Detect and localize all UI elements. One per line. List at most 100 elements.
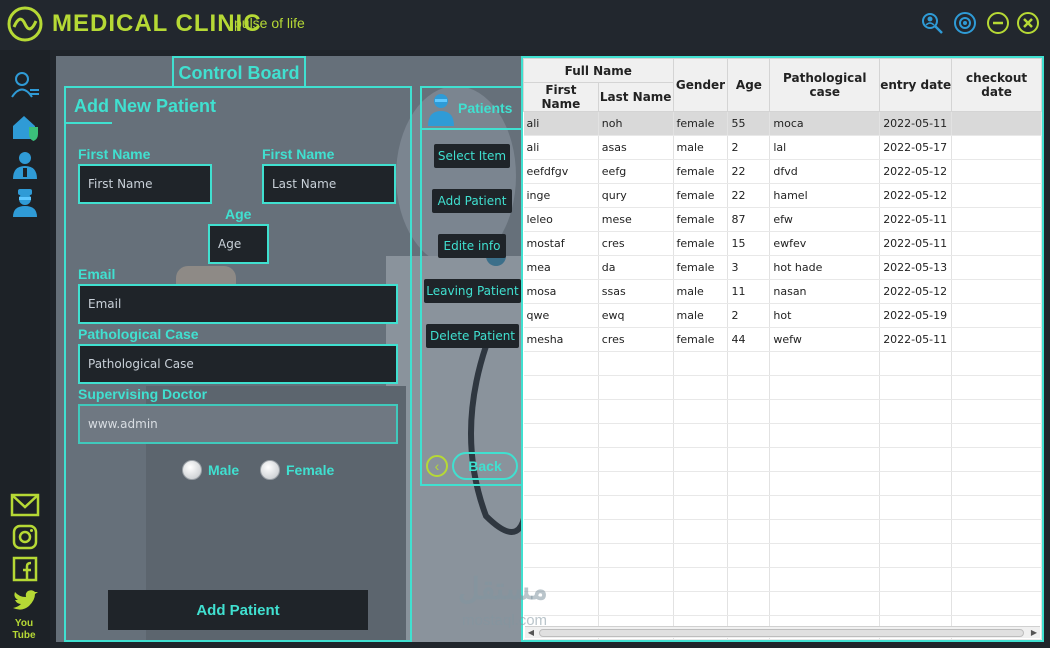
table-cell: [879, 471, 953, 496]
column-header-checkout-date[interactable]: checkout date: [951, 58, 1042, 112]
minimize-icon[interactable]: [986, 11, 1010, 35]
gender-female-radio[interactable]: Female: [260, 460, 334, 480]
scrollbar-thumb[interactable]: [539, 629, 1024, 637]
table-cell: [951, 255, 1042, 280]
twitter-icon[interactable]: [10, 586, 40, 616]
table-cell: [951, 351, 1042, 376]
table-cell: [951, 567, 1042, 592]
delete-patient-button[interactable]: Delete Patient: [426, 324, 519, 348]
table-row[interactable]: leleo mese female 87 efw 2022-05-11: [523, 207, 1042, 232]
patient-icon: [428, 94, 454, 126]
table-cell: ali: [523, 111, 599, 136]
table-row-empty[interactable]: [523, 399, 1042, 424]
gender-male-label: Male: [208, 462, 240, 478]
table-cell: male: [673, 279, 729, 304]
table-cell: female: [673, 207, 729, 232]
table-cell: female: [673, 183, 729, 208]
table-row-empty[interactable]: [523, 519, 1042, 544]
last-name-input[interactable]: Last Name: [262, 164, 396, 204]
table-cell: 15: [727, 231, 771, 256]
table-cell: [769, 567, 881, 592]
table-cell: [727, 495, 771, 520]
table-cell: 22: [727, 159, 771, 184]
doctor-icon[interactable]: [10, 150, 40, 180]
mail-icon[interactable]: [10, 490, 40, 520]
table-cell: [769, 471, 881, 496]
table-row[interactable]: inge qury female 22 hamel 2022-05-12: [523, 183, 1042, 208]
table-cell: asas: [598, 135, 674, 160]
column-header-first-name[interactable]: First Name: [523, 82, 599, 112]
edit-info-button[interactable]: Edite info: [438, 234, 506, 258]
column-header-last-name[interactable]: Last Name: [597, 82, 674, 112]
table-cell: eefg: [598, 159, 674, 184]
home-shield-icon[interactable]: [10, 112, 40, 142]
table-row[interactable]: ali asas male 2 lal 2022-05-17: [523, 135, 1042, 160]
table-cell: mea: [523, 255, 599, 280]
table-cell: [879, 423, 953, 448]
table-row-empty[interactable]: [523, 423, 1042, 448]
close-icon[interactable]: [1016, 11, 1040, 35]
gender-male-radio[interactable]: Male: [182, 460, 239, 480]
column-header-pathological-case[interactable]: Pathological case: [769, 58, 881, 112]
table-cell: [769, 447, 881, 472]
facebook-icon[interactable]: [10, 554, 40, 584]
youtube-icon[interactable]: You Tube: [12, 618, 36, 644]
table-cell: 2022-05-11: [879, 231, 953, 256]
radio-button-icon[interactable]: [182, 460, 202, 480]
add-patient-form: Add New Patient First Name First Name Fi…: [64, 86, 412, 642]
table-cell: lal: [769, 135, 881, 160]
table-row-empty[interactable]: [523, 543, 1042, 568]
pathological-case-input[interactable]: Pathological Case: [78, 344, 398, 384]
table-row-empty[interactable]: [523, 375, 1042, 400]
column-header-entry-date[interactable]: entry date: [879, 58, 953, 112]
search-user-icon[interactable]: [920, 11, 944, 35]
table-cell: [523, 375, 599, 400]
instagram-icon[interactable]: [10, 522, 40, 552]
horizontal-scrollbar[interactable]: ◀ ▶: [525, 626, 1040, 638]
column-header-gender[interactable]: Gender: [672, 58, 729, 112]
back-control[interactable]: ‹ Back: [426, 452, 518, 480]
leaving-patient-button[interactable]: Leaving Patient: [424, 279, 521, 303]
table-row[interactable]: mostaf cres female 15 ewfev 2022-05-11: [523, 231, 1042, 256]
table-row-empty[interactable]: [523, 471, 1042, 496]
table-row-empty[interactable]: [523, 447, 1042, 472]
add-patient-button[interactable]: Add Patient: [432, 189, 512, 213]
table-row[interactable]: eefdfgv eefg female 22 dfvd 2022-05-12: [523, 159, 1042, 184]
table-cell: [879, 351, 953, 376]
back-button[interactable]: Back: [452, 452, 518, 480]
table-row[interactable]: mesha cres female 44 wefw 2022-05-11: [523, 327, 1042, 352]
table-cell: [598, 567, 674, 592]
table-cell: qwe: [523, 303, 599, 328]
scroll-right-icon[interactable]: ▶: [1028, 627, 1040, 639]
app-title: MEDICAL CLINIC: [52, 10, 262, 37]
supervising-doctor-label: Supervising Doctor: [78, 386, 208, 402]
table-cell: female: [673, 159, 729, 184]
nurse-icon[interactable]: [10, 188, 40, 218]
table-row[interactable]: ali noh female 55 moca 2022-05-11: [523, 111, 1042, 136]
email-input[interactable]: Email: [78, 284, 398, 324]
table-cell: [879, 399, 953, 424]
select-item-button[interactable]: Select Item: [434, 144, 510, 168]
table-row-empty[interactable]: [523, 351, 1042, 376]
table-row-empty[interactable]: [523, 591, 1042, 616]
add-patient-submit-button[interactable]: Add Patient: [108, 590, 368, 630]
table-cell: [673, 495, 729, 520]
age-input[interactable]: Age: [208, 224, 269, 264]
table-cell: [598, 471, 674, 496]
table-row[interactable]: qwe ewq male 2 hot 2022-05-19: [523, 303, 1042, 328]
chevron-left-icon[interactable]: ‹: [426, 455, 448, 477]
first-name-input[interactable]: First Name: [78, 164, 212, 204]
user-list-icon[interactable]: [10, 70, 40, 100]
table-cell: [727, 591, 771, 616]
column-header-age[interactable]: Age: [727, 58, 771, 112]
table-cell: [879, 495, 953, 520]
settings-icon[interactable]: [953, 11, 977, 35]
table-row-empty[interactable]: [523, 567, 1042, 592]
table-cell: [951, 399, 1042, 424]
table-row-empty[interactable]: [523, 495, 1042, 520]
table-cell: ssas: [598, 279, 674, 304]
table-row[interactable]: mosa ssas male 11 nasan 2022-05-12: [523, 279, 1042, 304]
radio-button-icon[interactable]: [260, 460, 280, 480]
table-cell: [769, 351, 881, 376]
table-row[interactable]: mea da female 3 hot hade 2022-05-13: [523, 255, 1042, 280]
